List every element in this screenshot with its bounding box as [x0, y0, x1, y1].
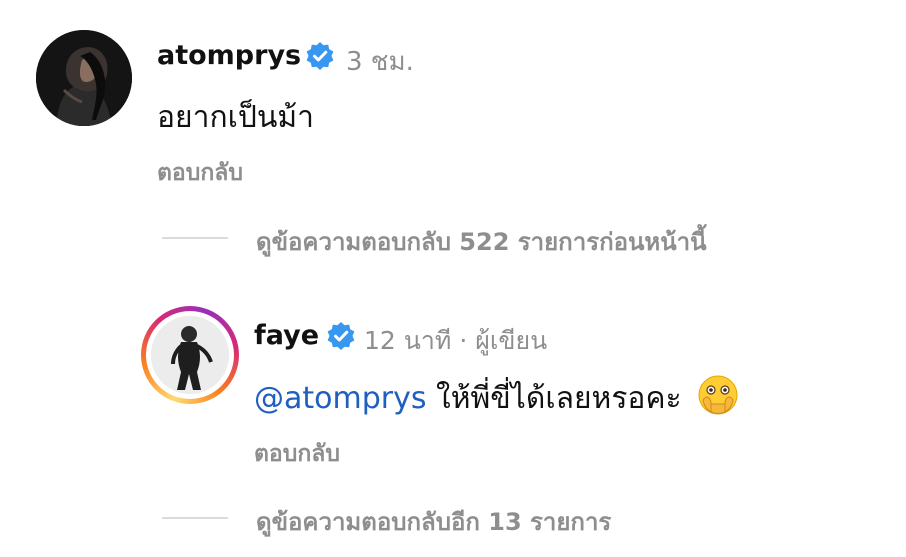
divider-line — [162, 237, 228, 239]
verified-badge-icon — [306, 42, 334, 70]
reply-text-row: @atomprys ให้พี่ขี่ได้เลยหรอคะ — [254, 374, 739, 422]
avatar-story-ring[interactable] — [141, 306, 239, 404]
profile-photo-icon — [36, 30, 132, 126]
comment-text: อยากเป็นม้า — [157, 100, 315, 135]
profile-photo-icon — [151, 316, 229, 394]
reply-button[interactable]: ตอบกลับ — [157, 155, 243, 191]
face-with-open-eyes-and-hand-over-mouth-icon — [698, 375, 738, 415]
view-more-replies-button[interactable]: ดูข้อความตอบกลับอีก 13 รายการ — [256, 502, 611, 541]
reply-text: ให้พี่ขี่ได้เลยหรอคะ — [436, 381, 682, 416]
avatar[interactable] — [36, 30, 132, 126]
mention-link[interactable]: @atomprys — [254, 381, 427, 416]
reply-username[interactable]: faye — [254, 320, 319, 351]
divider-line — [162, 517, 228, 519]
comment-username[interactable]: atomprys — [157, 40, 301, 71]
reply-button[interactable]: ตอบกลับ — [254, 436, 340, 472]
reply-meta: 12 นาที · ผู้เขียน — [364, 326, 548, 355]
comment-timestamp: 3 ชม. — [346, 47, 414, 77]
view-previous-replies-button[interactable]: ดูข้อความตอบกลับ 522 รายการก่อนหน้านี้ — [256, 222, 707, 261]
avatar[interactable] — [151, 316, 229, 394]
verified-badge-icon — [327, 322, 355, 350]
